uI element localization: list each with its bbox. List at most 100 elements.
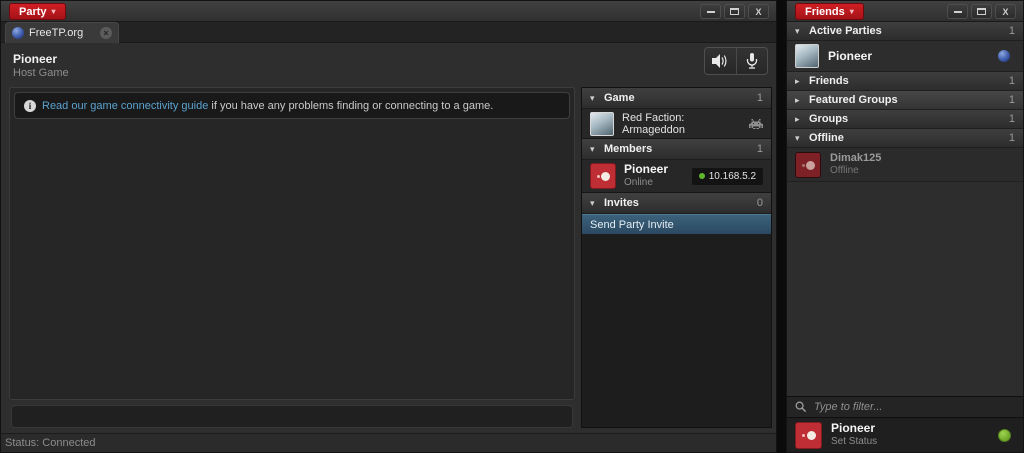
chevron-down-icon: ▾	[850, 8, 854, 16]
self-identity: Pioneer Set Status	[831, 422, 877, 447]
section-header-invites[interactable]: ▾ Invites 0	[582, 193, 771, 214]
minimize-icon	[707, 11, 715, 13]
party-main-panel: i Read our game connectivity guide if yo…	[9, 87, 575, 400]
member-row[interactable]: Pioneer Online 10.168.5.2	[582, 160, 771, 193]
chevron-right-icon: ▸	[795, 95, 804, 106]
chevron-down-icon: ▾	[795, 133, 804, 144]
close-button[interactable]: X	[995, 4, 1016, 19]
page-subtitle: Host Game	[13, 67, 69, 79]
friends-menu-label: Friends	[805, 6, 845, 18]
friends-menu-button[interactable]: Friends ▾	[795, 3, 864, 20]
minimize-button[interactable]	[947, 4, 968, 19]
set-status-label[interactable]: Set Status	[831, 436, 877, 448]
chevron-down-icon: ▾	[590, 198, 599, 209]
offline-friend-row[interactable]: Dimak125 Offline	[787, 148, 1023, 182]
maximize-icon	[730, 8, 739, 15]
section-header-game[interactable]: ▾ Game 1	[582, 88, 771, 109]
minimize-icon	[954, 11, 962, 13]
section-count: 1	[1009, 132, 1015, 144]
friend-identity: Dimak125 Offline	[830, 152, 881, 176]
chevron-down-icon: ▾	[590, 93, 599, 104]
tab-freetp[interactable]: FreeTP.org ×	[5, 22, 119, 43]
chevron-down-icon: ▾	[590, 144, 599, 155]
section-label: Invites	[604, 197, 639, 209]
member-status: Online	[624, 177, 668, 189]
info-icon: i	[24, 100, 36, 112]
member-name: Pioneer	[624, 163, 668, 177]
send-party-invite-button[interactable]: Send Party Invite	[582, 214, 771, 234]
connectivity-guide-link[interactable]: Read our game connectivity guide	[42, 100, 208, 112]
friends-window: Friends ▾ X ▾ Active Parties 1 Pioneer ▸…	[786, 0, 1024, 453]
party-window-controls: X	[700, 4, 769, 19]
close-button[interactable]: X	[748, 4, 769, 19]
search-icon	[795, 401, 807, 413]
tab-close-icon[interactable]: ×	[100, 27, 112, 39]
avatar	[795, 422, 822, 449]
section-count: 1	[757, 92, 763, 104]
party-menu-button[interactable]: Party ▾	[9, 3, 66, 20]
section-header-offline[interactable]: ▾ Offline 1	[787, 129, 1023, 148]
microphone-icon	[746, 53, 758, 69]
friend-name: Dimak125	[830, 152, 881, 165]
section-label: Offline	[809, 132, 844, 144]
notice-text: Read our game connectivity guide if you …	[42, 100, 493, 112]
self-status-row[interactable]: Pioneer Set Status	[787, 417, 1023, 452]
chat-input[interactable]	[11, 405, 573, 428]
section-count: 1	[757, 143, 763, 155]
online-dot-icon	[699, 173, 705, 179]
avatar	[590, 163, 616, 189]
section-count: 1	[1009, 75, 1015, 87]
friends-list-empty-area	[787, 182, 1023, 396]
party-menu-label: Party	[19, 6, 47, 18]
section-count: 0	[757, 197, 763, 209]
party-titlebar: Party ▾ X	[1, 1, 776, 22]
section-header-groups[interactable]: ▸ Groups 1	[787, 110, 1023, 129]
invader-icon	[749, 119, 763, 129]
voice-controls	[704, 47, 768, 75]
member-identity: Pioneer Online	[624, 163, 668, 188]
section-count: 1	[1009, 94, 1015, 106]
section-header-featured-groups[interactable]: ▸ Featured Groups 1	[787, 91, 1023, 110]
member-ip: 10.168.5.2	[709, 171, 756, 182]
member-ip-chip: 10.168.5.2	[692, 168, 763, 185]
section-label: Members	[604, 143, 652, 155]
section-count: 1	[1009, 25, 1015, 37]
section-label: Game	[604, 92, 635, 104]
chevron-down-icon: ▾	[52, 8, 56, 16]
self-name: Pioneer	[831, 422, 877, 436]
section-label: Active Parties	[809, 25, 882, 37]
close-icon: X	[1002, 7, 1008, 17]
notice-tail: if you have any problems finding or conn…	[211, 100, 493, 112]
filter-bar	[787, 396, 1023, 417]
party-content: Pioneer Host Game i	[1, 43, 776, 452]
tab-bar: FreeTP.org ×	[1, 22, 776, 43]
status-text: Status: Connected	[1, 437, 96, 449]
game-row[interactable]: Red Faction: Armageddon	[582, 109, 771, 139]
maximize-icon	[977, 8, 986, 15]
page-title: Pioneer	[13, 52, 57, 66]
globe-icon	[998, 50, 1010, 62]
presence-status-icon[interactable]	[998, 429, 1011, 442]
section-header-members[interactable]: ▾ Members 1	[582, 139, 771, 160]
avatar	[795, 152, 821, 178]
party-window: Party ▾ X FreeTP.org × Pioneer Host Game	[0, 0, 777, 453]
maximize-button[interactable]	[971, 4, 992, 19]
speaker-button[interactable]	[705, 48, 736, 74]
section-label: Friends	[809, 75, 849, 87]
game-thumbnail	[590, 112, 614, 136]
minimize-button[interactable]	[700, 4, 721, 19]
chevron-right-icon: ▸	[795, 76, 804, 87]
microphone-button[interactable]	[736, 48, 768, 74]
maximize-button[interactable]	[724, 4, 745, 19]
status-bar: Status: Connected	[1, 433, 776, 452]
side-panel-filler	[582, 234, 771, 427]
active-party-row[interactable]: Pioneer	[787, 41, 1023, 72]
close-icon: X	[755, 7, 761, 17]
section-label: Groups	[809, 113, 848, 125]
speaker-icon	[712, 54, 729, 68]
section-header-friends[interactable]: ▸ Friends 1	[787, 72, 1023, 91]
section-header-active-parties[interactable]: ▾ Active Parties 1	[787, 22, 1023, 41]
filter-input[interactable]	[814, 401, 1015, 413]
friend-status: Offline	[830, 165, 881, 177]
party-side-panel: ▾ Game 1 Red Faction: Armageddon	[581, 87, 772, 428]
